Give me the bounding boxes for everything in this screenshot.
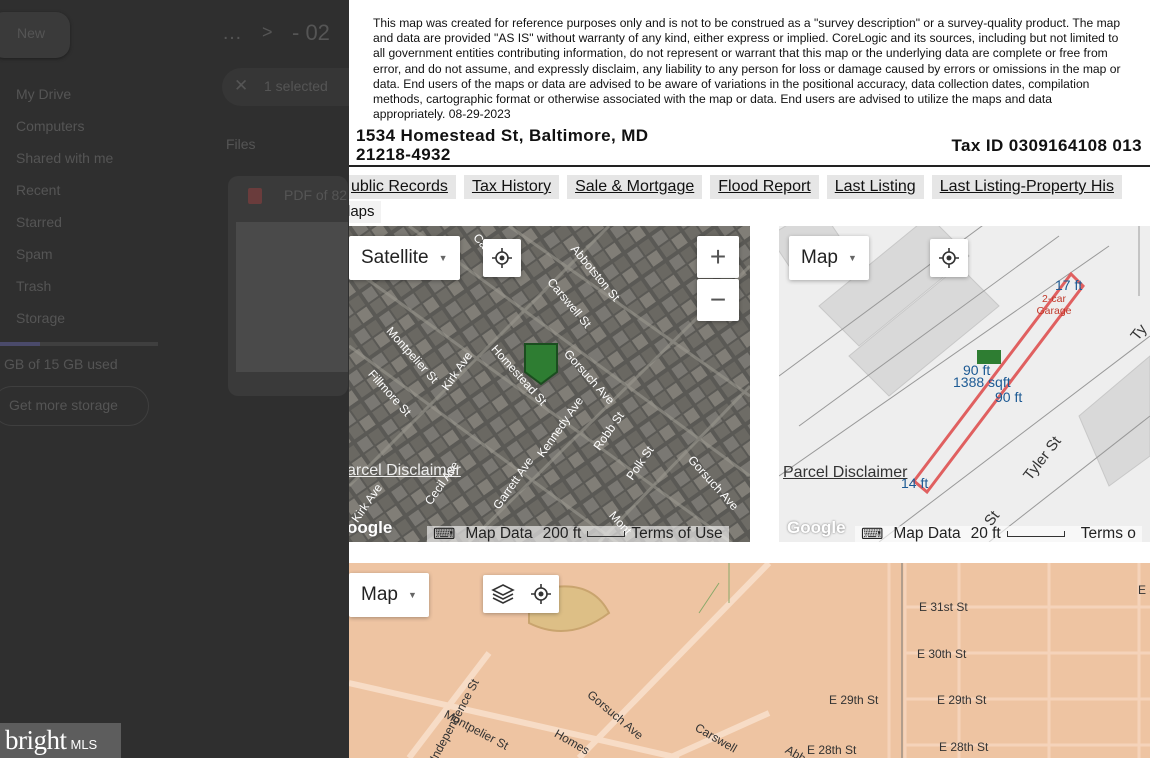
new-button-label: New [17, 25, 46, 41]
files-heading: Files [226, 136, 256, 152]
zoom-in-button[interactable]: + [697, 236, 739, 278]
nav-shared[interactable]: Shared with me [16, 150, 113, 166]
scale-bar [587, 531, 626, 537]
tab-public-records[interactable]: ublic Records [349, 175, 456, 199]
map-type-select[interactable]: Map ▼ [349, 573, 429, 617]
tax-id: Tax ID 0309164108 013 [951, 136, 1142, 155]
street-label: E 28th St [939, 740, 989, 754]
file-card[interactable]: PDF of 82 [228, 176, 348, 396]
nav-storage[interactable]: Storage [16, 310, 65, 326]
street-map[interactable]: Map ▼ E 31st St E 30th St E 29th St E 29t… [349, 563, 1150, 758]
caret-down-icon: ▼ [407, 590, 417, 600]
tab-flood-report[interactable]: Flood Report [710, 175, 819, 199]
storage-used: GB of 15 GB used [4, 356, 118, 372]
caret-down-icon: ▼ [438, 253, 448, 263]
garage-label: 2-car Garage [1036, 293, 1072, 317]
nav-spam[interactable]: Spam [16, 246, 53, 262]
satellite-attribution: ⌨ Map Data 200 ft Terms of Use [427, 525, 729, 543]
crosshair-icon[interactable] [530, 583, 552, 605]
breadcrumb-folder[interactable]: - 02 [292, 20, 330, 46]
street-label: E 28th St [807, 743, 857, 757]
map-type-select[interactable]: Map ▼ [789, 236, 869, 280]
more-icon[interactable]: … [222, 22, 242, 45]
nav-recent[interactable]: Recent [16, 182, 60, 198]
new-button[interactable]: New [0, 12, 70, 58]
property-address: 1534 Homestead St, Baltimore, MD 21218-4… [356, 126, 649, 164]
google-logo: oogle [349, 518, 393, 537]
selection-bar: ✕ 1 selected [222, 68, 349, 106]
close-icon[interactable]: ✕ [234, 76, 248, 96]
dim-label: 90 ft [995, 389, 1023, 405]
tab-last-listing-history[interactable]: Last Listing-Property His [931, 175, 1122, 199]
nav-starred[interactable]: Starred [16, 214, 62, 230]
area-label: 1388 sqft [953, 374, 1011, 390]
tab-sale-mortgage[interactable]: Sale & Mortgage [567, 175, 703, 199]
crosshair-icon [939, 248, 959, 268]
zoom-out-button[interactable]: − [697, 279, 739, 321]
street-label: E 30th St [917, 647, 967, 661]
pdf-icon [248, 188, 262, 204]
report-tabs: ublic Records Tax History Sale & Mortgag… [349, 175, 1122, 199]
file-name: PDF of 82 [284, 187, 348, 203]
get-storage-button[interactable]: Get more storage [0, 386, 149, 426]
map-tools [483, 575, 559, 613]
street-label: E 31st St [919, 600, 968, 614]
storage-bar [0, 342, 158, 346]
selected-count: 1 selected [264, 78, 328, 94]
chevron-right-icon: > [262, 22, 273, 42]
nav-trash[interactable]: Trash [16, 278, 51, 294]
file-thumbnail [236, 222, 348, 372]
keyboard-icon[interactable]: ⌨ [433, 525, 455, 543]
crosshair-icon [492, 248, 512, 268]
parcel-map[interactable]: Map ▼ 17 ft 2-car Garage 90 ft 1388 sqft … [779, 226, 1150, 542]
drive-background: New … > - 02 ✕ 1 selected My Drive Compu… [0, 0, 349, 758]
map-type-select[interactable]: Satellite ▼ [349, 236, 460, 280]
document-page: This map was created for reference purpo… [349, 0, 1150, 758]
get-storage-label: Get more storage [9, 397, 118, 413]
satellite-map[interactable]: Satellite ▼ + − Abbotston St Carswell St … [349, 226, 750, 542]
bright-mls-logo: bright MLS [0, 723, 121, 758]
parcel-disclaimer-link[interactable]: Parcel Disclaimer [783, 464, 907, 482]
tab-tax-history[interactable]: Tax History [463, 175, 560, 199]
caret-down-icon: ▼ [847, 253, 857, 263]
nav-computers[interactable]: Computers [16, 118, 84, 134]
layers-icon[interactable] [490, 583, 515, 605]
parcel-disclaimer-link[interactable]: arcel Disclaimer [349, 462, 461, 480]
tab-last-listing[interactable]: Last Listing [826, 175, 924, 199]
disclaimer-text: This map was created for reference purpo… [373, 16, 1121, 122]
google-logo: Google [787, 518, 846, 537]
keyboard-icon[interactable]: ⌨ [861, 525, 883, 543]
divider [349, 165, 1150, 167]
locate-button[interactable] [483, 239, 521, 277]
scale-bar [1006, 531, 1065, 537]
street-label: E 29th St [937, 693, 987, 707]
locate-button[interactable] [930, 239, 968, 277]
parcel-attribution: ⌨ Map Data 20 ft Terms o [855, 525, 1142, 543]
nav-my-drive[interactable]: My Drive [16, 86, 71, 102]
street-label: E 29th St [829, 693, 879, 707]
property-marker-icon[interactable] [523, 342, 559, 386]
dim-label: 17 ft [1055, 277, 1083, 293]
maps-section-label: laps [349, 201, 381, 223]
street-label: E 3 [1138, 583, 1150, 597]
